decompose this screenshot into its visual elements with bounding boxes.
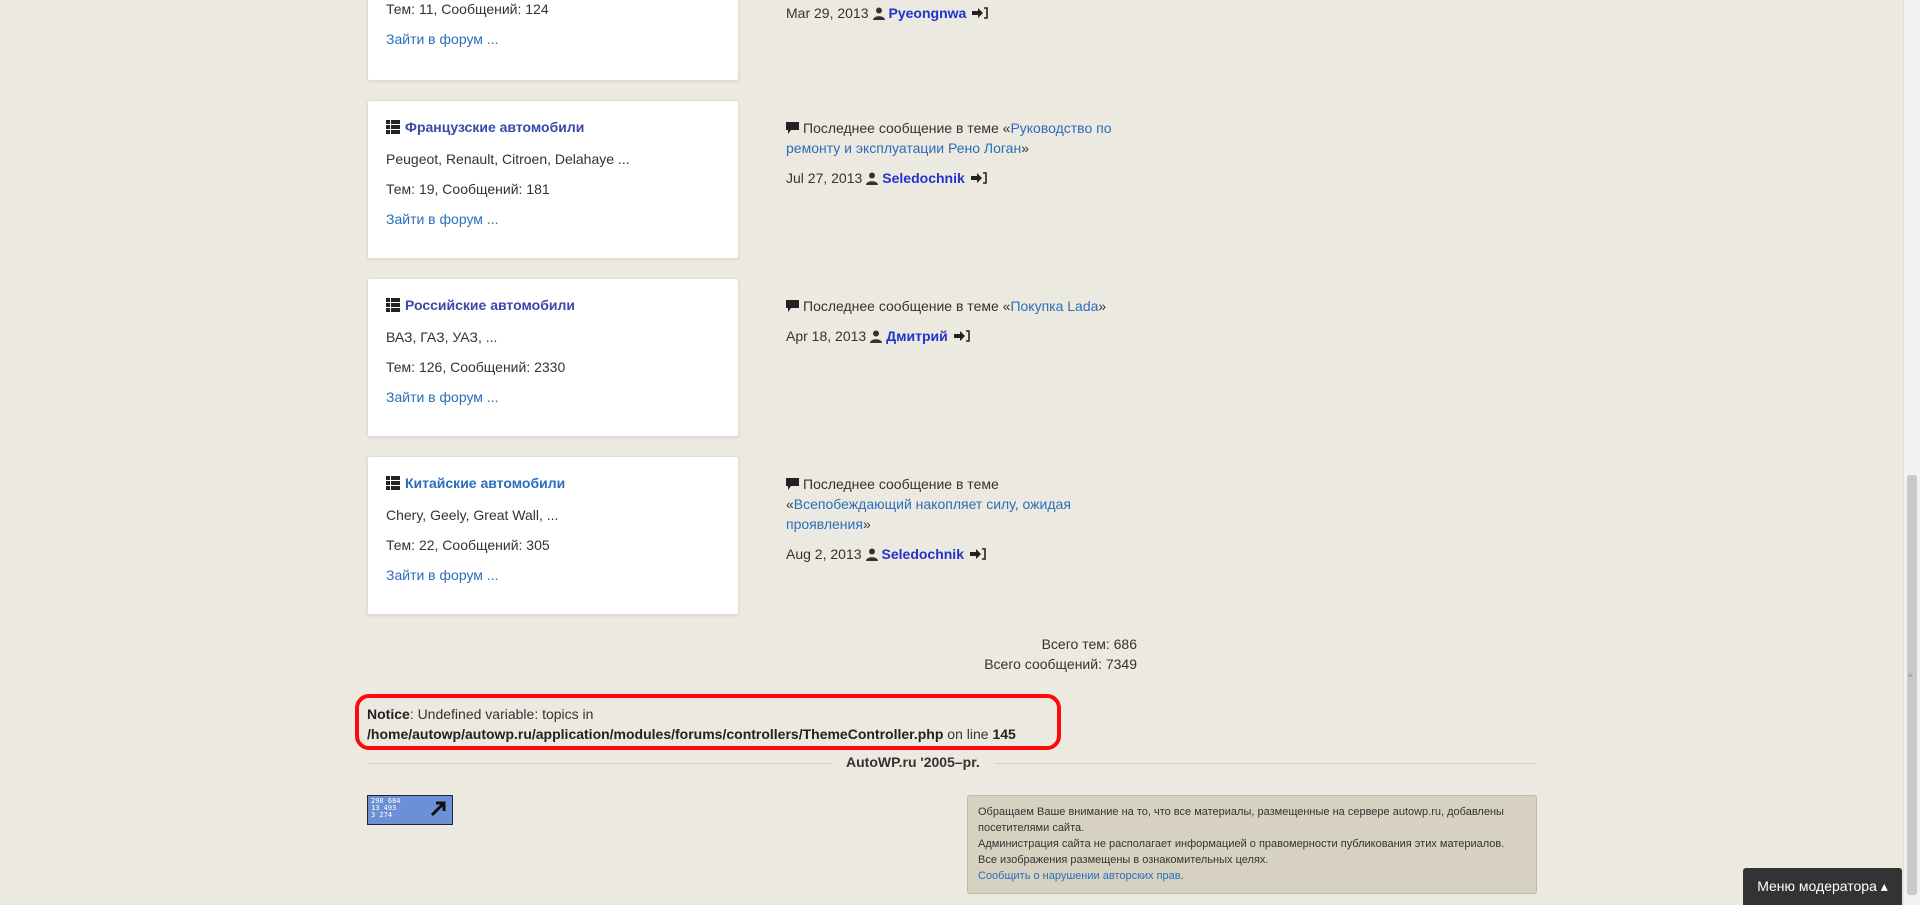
enter-forum-link[interactable]: Зайти в форум ... xyxy=(386,211,498,227)
last-message: Mar 29, 2013 Pyeongnwa xyxy=(786,0,1126,23)
notice-line-number: 145 xyxy=(992,726,1016,742)
notice-line-2: /home/autowp/autowp.ru/application/modul… xyxy=(367,724,1057,744)
comment-icon xyxy=(786,122,799,134)
notice-on-line: on line xyxy=(943,726,993,742)
forum-stats: Тем: 11, Сообщений: 124 xyxy=(386,1,549,17)
scrollbar-grip: ≡ xyxy=(1908,671,1913,680)
scrollbar[interactable]: ≡ xyxy=(1903,0,1920,905)
disclaimer-line: Обращаем Ваше внимание на то, что все ма… xyxy=(978,806,1504,834)
forum-title-link[interactable]: Российские автомобили xyxy=(405,297,575,313)
comment-icon xyxy=(786,300,799,312)
forum-stats: Тем: 22, Сообщений: 305 xyxy=(386,537,550,553)
user-link[interactable]: Seledochnik xyxy=(882,544,964,564)
last-message-meta: Mar 29, 2013 Pyeongnwa xyxy=(786,3,1126,23)
last-message-date: Jul 27, 2013 xyxy=(786,170,863,186)
last-message: Последнее сообщение в теме «Покупка Lada… xyxy=(786,296,1126,346)
forum-desc: Peugeot, Renault, Citroen, Delahaye ... xyxy=(386,151,630,167)
last-message-suffix: » xyxy=(1098,298,1107,314)
forum-card: Французские автомобили Peugeot, Renault,… xyxy=(367,100,739,259)
last-message: Последнее сообщение в теме «Руководство … xyxy=(786,118,1126,188)
enter-forum-link[interactable]: Зайти в форум ... xyxy=(386,389,498,405)
forum-title[interactable]: Французские автомобили xyxy=(386,119,584,135)
notice-label: Notice xyxy=(367,706,410,722)
forum-card: Тем: 11, Сообщений: 124 Зайти в форум ..… xyxy=(367,0,739,81)
arrow-up-right-icon xyxy=(430,801,446,817)
last-message-meta: Aug 2, 2013 Seledochnik xyxy=(786,544,1096,564)
scrollbar-thumb[interactable] xyxy=(1907,475,1917,895)
last-message-topic-line: Последнее сообщение в теме «Руководство … xyxy=(786,118,1126,158)
user-icon xyxy=(866,172,879,185)
forum-card: Российские автомобили ВАЗ, ГАЗ, УАЗ, ...… xyxy=(367,278,739,437)
last-message-suffix: » xyxy=(1021,140,1029,156)
grid-icon xyxy=(386,298,400,312)
total-topics: Всего тем: 686 xyxy=(1041,636,1137,652)
topic-link[interactable]: Покупка Lada xyxy=(1010,298,1098,314)
forum-title[interactable]: Российские автомобили xyxy=(386,297,575,313)
notice-text: : Undefined variable: topics in xyxy=(409,706,594,722)
forum-title-link[interactable]: Китайские автомобили xyxy=(405,475,565,491)
user-icon xyxy=(870,330,883,343)
login-arrow-icon[interactable] xyxy=(969,548,986,560)
forum-title-link[interactable]: Французские автомобили xyxy=(405,119,584,135)
total-messages: Всего сообщений: 7349 xyxy=(984,656,1137,672)
last-message-date: Mar 29, 2013 xyxy=(786,5,869,21)
user-link[interactable]: Pyeongnwa xyxy=(889,3,967,23)
user-link[interactable]: Дмитрий xyxy=(886,326,948,346)
report-violation-link[interactable]: Сообщить о нарушении авторских прав xyxy=(978,870,1181,882)
last-message-prefix: Последнее сообщение в теме « xyxy=(803,298,1011,314)
forum-title[interactable]: Китайские автомобили xyxy=(386,475,565,491)
visit-counter[interactable]: 298 684 13 493 3 274 xyxy=(367,795,453,825)
login-arrow-icon[interactable] xyxy=(972,7,989,19)
notice-path: /home/autowp/autowp.ru/application/modul… xyxy=(367,726,944,742)
last-message-prefix: Последнее сообщение в теме « xyxy=(803,120,1011,136)
copyright-disclaimer: Обращаем Ваше внимание на то, что все ма… xyxy=(967,795,1537,894)
forum-desc: Chery, Geely, Great Wall, ... xyxy=(386,507,559,523)
php-notice: Notice: Undefined variable: topics in /h… xyxy=(355,694,1061,750)
notice-line-1: Notice: Undefined variable: topics in xyxy=(367,704,1057,724)
forum-card: Китайские автомобили Chery, Geely, Great… xyxy=(367,456,739,615)
user-icon xyxy=(865,548,878,561)
moderator-menu-button[interactable]: Меню модератора ▴ xyxy=(1743,868,1902,905)
last-message-topic-line: Последнее сообщение в теме «Покупка Lada… xyxy=(786,296,1126,316)
last-message: Последнее сообщение в теме «Всепобеждающ… xyxy=(786,474,1096,564)
login-arrow-icon[interactable] xyxy=(970,172,987,184)
forum-stats: Тем: 19, Сообщений: 181 xyxy=(386,181,550,197)
grid-icon xyxy=(386,120,400,134)
enter-forum-link[interactable]: Зайти в форум ... xyxy=(386,31,498,47)
enter-forum-link[interactable]: Зайти в форум ... xyxy=(386,567,498,583)
topic-link[interactable]: Всепобеждающий накопляет силу, ожидая пр… xyxy=(786,496,1071,532)
disclaimer-line: Все изображения размещены в ознакомитель… xyxy=(978,854,1269,866)
last-message-date: Apr 18, 2013 xyxy=(786,328,867,344)
last-message-meta: Jul 27, 2013 Seledochnik xyxy=(786,168,1126,188)
forum-desc: ВАЗ, ГАЗ, УАЗ, ... xyxy=(386,329,498,345)
forum-stats: Тем: 126, Сообщений: 2330 xyxy=(386,359,566,375)
last-message-topic-line: Последнее сообщение в теме «Всепобеждающ… xyxy=(786,474,1096,534)
forum-totals: Всего тем: 686 Всего сообщений: 7349 xyxy=(984,634,1137,674)
comment-icon xyxy=(786,478,799,490)
footer-title: AutoWP.ru '2005–pr. xyxy=(832,754,994,770)
user-link[interactable]: Seledochnik xyxy=(882,168,964,188)
last-message-date: Aug 2, 2013 xyxy=(786,546,862,562)
grid-icon xyxy=(386,476,400,490)
last-message-suffix: » xyxy=(862,516,871,532)
login-arrow-icon[interactable] xyxy=(953,330,970,342)
last-message-meta: Apr 18, 2013 Дмитрий xyxy=(786,326,1126,346)
user-icon xyxy=(872,7,885,20)
disclaimer-line: Администрация сайта не располагает инфор… xyxy=(978,838,1505,850)
